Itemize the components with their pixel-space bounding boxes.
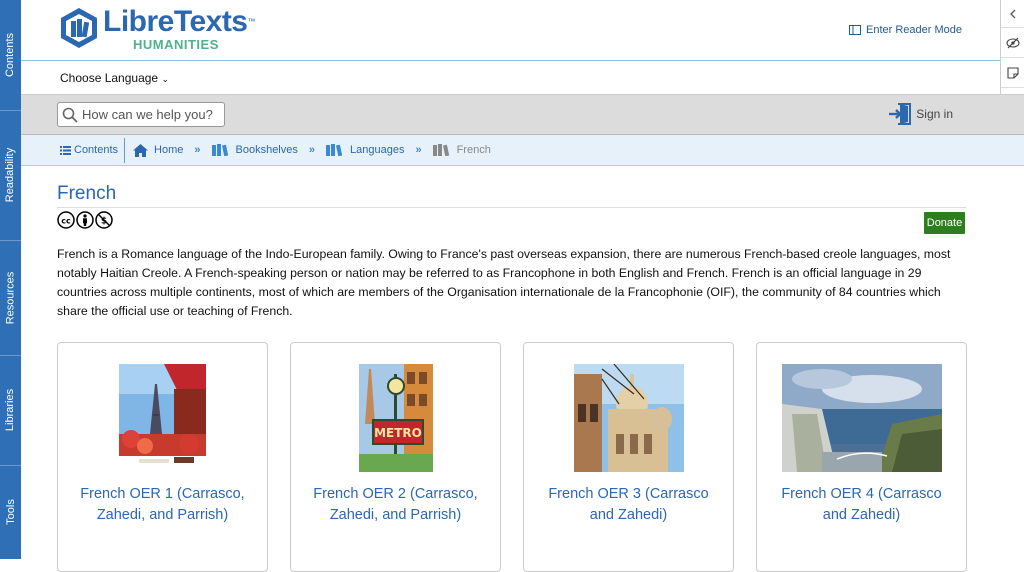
- logo-wordmark: LibreTexts: [103, 5, 248, 38]
- sidebar-tab-resources[interactable]: Resources: [0, 240, 21, 355]
- list-icon: [60, 145, 71, 155]
- chevron-down-icon: ⌄: [161, 74, 169, 84]
- attribution-icon: [76, 211, 94, 229]
- book-card[interactable]: French OER 1 (Carrasco, Zahedi, and Parr…: [57, 342, 268, 572]
- libretexts-logo-icon: [61, 8, 97, 48]
- book-card[interactable]: French OER 4 (Carrasco and Zahedi): [756, 342, 967, 572]
- breadcrumb-languages-label: Languages: [350, 144, 405, 156]
- books-icon: [432, 144, 449, 156]
- intro-paragraph: French is a Romance language of the Indo…: [57, 247, 951, 318]
- sidebar-tab-libraries[interactable]: Libraries: [0, 355, 21, 465]
- logo-trademark: ™: [247, 17, 256, 26]
- svg-text:METRO: METRO: [374, 426, 422, 440]
- license-icons[interactable]: cc $: [57, 211, 113, 229]
- donate-button[interactable]: Donate: [924, 212, 965, 234]
- hide-annotations-button[interactable]: [1001, 28, 1024, 58]
- etretat-cliffs-image[interactable]: [782, 364, 942, 472]
- language-selector-label: Choose Language: [60, 71, 159, 85]
- language-bar: Choose Language ⌄: [21, 61, 1024, 95]
- metro-sign-image[interactable]: METRO: [359, 364, 433, 472]
- search-box[interactable]: [57, 102, 225, 127]
- sidebar-tab-readability[interactable]: Readability: [0, 110, 21, 240]
- creative-commons-icon: cc: [57, 211, 75, 229]
- reader-mode-button[interactable]: Enter Reader Mode: [849, 24, 962, 36]
- breadcrumb-contents-label: Contents: [74, 144, 119, 156]
- language-selector[interactable]: Choose Language ⌄: [60, 71, 169, 85]
- book-card-title[interactable]: French OER 1 (Carrasco, Zahedi, and Parr…: [58, 484, 267, 526]
- title-divider: [57, 207, 966, 208]
- books-icon: [211, 144, 228, 156]
- page-title: French: [57, 183, 117, 204]
- sign-in-icon: [889, 103, 912, 125]
- book-card-title[interactable]: French OER 3 (Carrasco and Zahedi): [524, 484, 733, 526]
- sidebar-tab-readability-label: Readability: [4, 147, 17, 203]
- svg-text:cc: cc: [61, 217, 71, 226]
- chevron-left-icon: [1010, 9, 1016, 18]
- book-card-title[interactable]: French OER 2 (Carrasco, Zahedi, and Parr…: [291, 484, 500, 526]
- sign-in-label: Sign in: [916, 107, 953, 121]
- sidebar-tab-resources-label: Resources: [4, 271, 17, 324]
- paris-cafe-eiffel-image[interactable]: [119, 364, 206, 472]
- logo-library-name: HUMANITIES: [133, 37, 219, 52]
- reader-mode-icon: [849, 25, 861, 35]
- sidebar-tab-contents[interactable]: Contents: [0, 0, 21, 110]
- breadcrumb-home-label: Home: [154, 144, 184, 156]
- breadcrumb: Contents Home » Bookshelves » Languages …: [21, 135, 1024, 166]
- search-input[interactable]: [82, 107, 220, 122]
- sidebar-tab-tools-label: Tools: [4, 499, 17, 525]
- books-icon: [326, 144, 343, 156]
- home-icon: [133, 143, 149, 157]
- sidebar-tab-contents-label: Contents: [4, 32, 17, 78]
- site-header: LibreTexts™ HUMANITIES Enter Reader Mode: [21, 0, 1000, 61]
- book-card[interactable]: French OER 3 (Carrasco and Zahedi): [523, 342, 734, 572]
- sign-in-button[interactable]: Sign in: [888, 103, 953, 125]
- book-card-title[interactable]: French OER 4 (Carrasco and Zahedi): [757, 484, 966, 526]
- sidebar-tab-libraries-label: Libraries: [4, 388, 17, 432]
- breadcrumb-current-label: French: [456, 144, 491, 156]
- left-sidebar: Contents Readability Resources Libraries…: [0, 0, 21, 559]
- breadcrumb-languages[interactable]: Languages: [326, 144, 404, 156]
- collapse-button[interactable]: [1001, 0, 1024, 28]
- search-bar: Sign in: [21, 95, 1024, 135]
- eye-slash-icon: [1006, 37, 1020, 48]
- breadcrumb-contents-button[interactable]: Contents: [60, 137, 126, 163]
- breadcrumb-bookshelves-label: Bookshelves: [235, 144, 298, 156]
- libretexts-logo[interactable]: LibreTexts™ HUMANITIES: [59, 6, 255, 52]
- breadcrumb-bookshelves[interactable]: Bookshelves: [211, 144, 298, 156]
- sidebar-tab-tools[interactable]: Tools: [0, 465, 21, 559]
- reader-mode-label: Enter Reader Mode: [866, 24, 962, 36]
- noncommercial-icon: $: [95, 211, 113, 229]
- book-card[interactable]: METRO French OER 2 (Carrasco, Zahedi, an…: [290, 342, 501, 572]
- breadcrumb-separator: »: [415, 144, 422, 156]
- breadcrumb-home[interactable]: Home: [133, 143, 184, 157]
- sacre-coeur-image[interactable]: [574, 364, 684, 472]
- breadcrumb-current: French: [432, 144, 491, 156]
- breadcrumb-separator: »: [194, 144, 201, 156]
- search-icon: [62, 107, 78, 123]
- breadcrumb-separator: »: [308, 144, 315, 156]
